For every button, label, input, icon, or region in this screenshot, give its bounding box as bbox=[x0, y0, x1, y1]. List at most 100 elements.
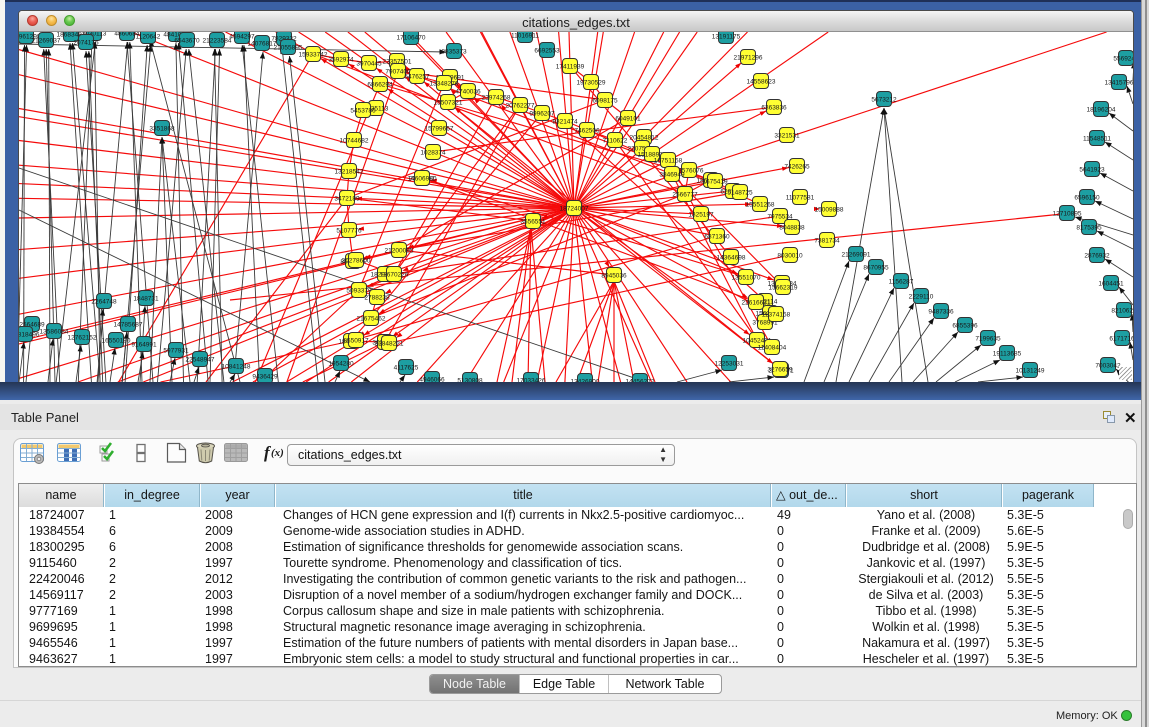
svg-text:8550917: 8550917 bbox=[343, 337, 369, 344]
svg-text:6543670: 6543670 bbox=[174, 37, 200, 44]
svg-text:13218542: 13218542 bbox=[335, 168, 364, 175]
svg-text:15662319: 15662319 bbox=[769, 284, 798, 291]
svg-text:8321474: 8321474 bbox=[552, 118, 578, 125]
svg-text:5093379: 5093379 bbox=[346, 287, 372, 294]
svg-text:15551268: 15551268 bbox=[746, 201, 775, 208]
svg-text:6855396: 6855396 bbox=[952, 322, 978, 329]
svg-text:9164991: 9164991 bbox=[131, 341, 157, 348]
svg-text:15009888: 15009888 bbox=[815, 206, 844, 213]
svg-text:6098175: 6098175 bbox=[592, 97, 618, 104]
svg-text:9996207: 9996207 bbox=[529, 110, 555, 117]
svg-text:1120642: 1120642 bbox=[136, 33, 161, 40]
svg-text:10744682: 10744682 bbox=[340, 137, 369, 144]
svg-text:8048838: 8048838 bbox=[779, 224, 805, 231]
svg-text:6363836: 6363836 bbox=[761, 104, 787, 111]
svg-text:2074176: 2074176 bbox=[73, 39, 99, 46]
svg-text:13551070: 13551070 bbox=[732, 274, 761, 281]
svg-text:5148725: 5148725 bbox=[727, 189, 753, 196]
svg-text:3846949: 3846949 bbox=[659, 171, 685, 178]
svg-text:21675462: 21675462 bbox=[357, 315, 386, 322]
svg-text:1604451: 1604451 bbox=[1098, 280, 1124, 287]
svg-text:8030010: 8030010 bbox=[777, 252, 803, 259]
svg-text:22548947: 22548947 bbox=[186, 356, 215, 363]
svg-text:12710895: 12710895 bbox=[1053, 210, 1082, 217]
svg-text:17411939: 17411939 bbox=[556, 63, 585, 70]
svg-text:3351868: 3351868 bbox=[149, 125, 175, 132]
svg-text:2876932: 2876932 bbox=[1084, 252, 1110, 259]
svg-text:7462506: 7462506 bbox=[574, 127, 600, 134]
svg-text:11077581: 11077581 bbox=[786, 194, 815, 201]
svg-text:4117625: 4117625 bbox=[394, 364, 419, 371]
svg-text:21269037: 21269037 bbox=[32, 37, 61, 44]
svg-text:15799667: 15799667 bbox=[425, 125, 454, 132]
svg-text:4594297: 4594297 bbox=[229, 33, 255, 40]
svg-text:1954280: 1954280 bbox=[328, 360, 354, 367]
svg-text:21269091: 21269091 bbox=[842, 251, 871, 258]
svg-text:1325197: 1325197 bbox=[688, 211, 714, 218]
svg-text:16751158: 16751158 bbox=[654, 157, 683, 164]
svg-text:2788238: 2788238 bbox=[364, 294, 390, 301]
svg-text:2229110: 2229110 bbox=[909, 293, 934, 300]
svg-text:5673212: 5673212 bbox=[871, 96, 897, 103]
svg-text:9487336: 9487336 bbox=[928, 308, 954, 315]
svg-text:14364698: 14364698 bbox=[717, 254, 746, 261]
svg-text:3556551: 3556551 bbox=[520, 218, 546, 225]
svg-text:7381734: 7381734 bbox=[814, 237, 840, 244]
svg-text:6171716: 6171716 bbox=[1109, 335, 1133, 342]
svg-text:22616631: 22616631 bbox=[742, 299, 771, 306]
svg-text:10131249: 10131249 bbox=[1016, 367, 1045, 374]
svg-text:3276659: 3276659 bbox=[767, 366, 793, 373]
svg-text:8210624: 8210624 bbox=[1111, 307, 1133, 314]
svg-text:6866294: 6866294 bbox=[367, 81, 393, 88]
svg-text:14558623: 14558623 bbox=[747, 78, 776, 85]
svg-text:5569244: 5569244 bbox=[1113, 55, 1133, 62]
svg-text:14606980: 14606980 bbox=[408, 175, 437, 182]
svg-text:21200095: 21200095 bbox=[385, 247, 414, 254]
svg-text:6871360: 6871360 bbox=[704, 233, 730, 240]
svg-text:3321531: 3321531 bbox=[774, 132, 800, 139]
svg-text:5641923: 5641923 bbox=[1079, 166, 1105, 173]
svg-text:12762152: 12762152 bbox=[68, 334, 97, 341]
svg-text:6692553: 6692553 bbox=[534, 47, 560, 54]
svg-text:1848731: 1848731 bbox=[133, 295, 159, 302]
svg-text:18196204: 18196204 bbox=[1087, 106, 1116, 113]
svg-text:11374158: 11374158 bbox=[762, 311, 791, 318]
svg-text:13586084: 13586084 bbox=[40, 328, 69, 335]
svg-text:12670226: 12670226 bbox=[380, 271, 409, 278]
svg-text:15933742: 15933742 bbox=[299, 51, 328, 58]
svg-text:11548511: 11548511 bbox=[1083, 135, 1111, 142]
svg-text:13415796: 13415796 bbox=[1105, 79, 1133, 86]
svg-text:8945036: 8945036 bbox=[601, 272, 627, 279]
svg-text:5977931: 5977931 bbox=[163, 347, 189, 354]
svg-text:8835373: 8835373 bbox=[441, 48, 467, 55]
svg-text:4740036: 4740036 bbox=[455, 88, 481, 95]
svg-text:3592974: 3592974 bbox=[328, 56, 354, 63]
svg-text:12253031: 12253031 bbox=[715, 360, 744, 367]
svg-text:21223584: 21223584 bbox=[203, 37, 232, 44]
svg-text:8175395: 8175395 bbox=[1076, 224, 1102, 231]
svg-text:13191175: 13191175 bbox=[712, 33, 741, 40]
svg-text:13348276: 13348276 bbox=[430, 80, 459, 87]
svg-text:22848221: 22848221 bbox=[375, 340, 404, 347]
svg-text:19730529: 19730529 bbox=[577, 79, 606, 86]
svg-text:7199635: 7199635 bbox=[975, 335, 1001, 342]
svg-text:18724007: 18724007 bbox=[560, 205, 589, 212]
svg-text:7110622: 7110622 bbox=[603, 137, 628, 144]
svg-text:9436429: 9436429 bbox=[252, 373, 278, 380]
svg-text:16818496: 16818496 bbox=[19, 331, 40, 338]
svg-text:21971296: 21971296 bbox=[734, 54, 763, 61]
svg-text:16550190: 16550190 bbox=[102, 337, 131, 344]
svg-text:8670955: 8670955 bbox=[863, 264, 889, 271]
svg-text:3970445: 3970445 bbox=[356, 60, 382, 67]
svg-text:6049101: 6049101 bbox=[615, 115, 641, 122]
svg-text:11408404: 11408404 bbox=[758, 344, 787, 351]
svg-text:5453786: 5453786 bbox=[350, 107, 376, 114]
svg-text:(x): (x) bbox=[271, 447, 284, 459]
svg-text:21055895: 21055895 bbox=[274, 44, 303, 51]
svg-text:5476257: 5476257 bbox=[404, 73, 430, 80]
svg-text:14785687: 14785687 bbox=[114, 321, 143, 328]
svg-text:1028374: 1028374 bbox=[420, 149, 446, 156]
svg-text:11016911: 11016911 bbox=[511, 32, 539, 39]
svg-text:3472189: 3472189 bbox=[334, 195, 360, 202]
svg-text:19113685: 19113685 bbox=[993, 350, 1022, 357]
